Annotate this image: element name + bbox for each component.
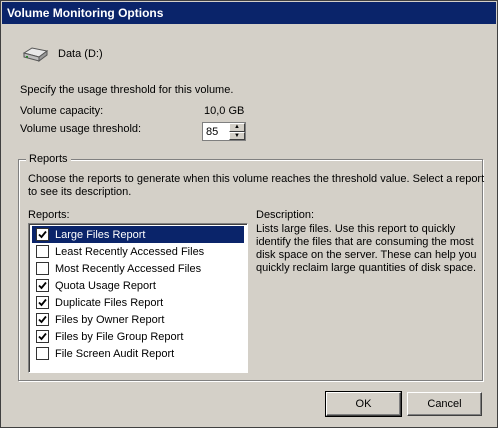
report-checkbox[interactable] [36, 347, 49, 360]
description-label: Description: [256, 209, 315, 221]
report-label: Large Files Report [55, 228, 146, 241]
capacity-value: 10,0 GB [204, 105, 245, 117]
report-checkbox[interactable] [36, 245, 49, 258]
report-list-item[interactable]: File Screen Audit Report [32, 345, 244, 362]
window-title: Volume Monitoring Options [7, 6, 164, 20]
arrow-up-icon: ▲ [234, 124, 240, 131]
checkmark-icon [38, 230, 47, 239]
report-list-item[interactable]: Files by Owner Report [32, 311, 244, 328]
checkmark-icon [38, 332, 47, 341]
report-checkbox[interactable] [36, 296, 49, 309]
report-label: Files by Owner Report [55, 313, 165, 326]
spin-up-button[interactable]: ▲ [229, 123, 245, 132]
report-label: Files by File Group Report [55, 330, 184, 343]
report-list-item[interactable]: Most Recently Accessed Files [32, 260, 244, 277]
report-list-item[interactable]: Files by File Group Report [32, 328, 244, 345]
report-label: Quota Usage Report [55, 279, 156, 292]
ok-button[interactable]: OK [325, 391, 402, 417]
cancel-button[interactable]: Cancel [407, 392, 482, 416]
report-checkbox[interactable] [36, 313, 49, 326]
threshold-label: Volume usage threshold: [20, 123, 142, 135]
report-checkbox[interactable] [36, 330, 49, 343]
arrow-down-icon: ▼ [234, 132, 240, 139]
reports-instruction-line1: Choose the reports to generate when this… [28, 173, 485, 185]
report-list-item[interactable]: Least Recently Accessed Files [32, 243, 244, 260]
spin-down-button[interactable]: ▼ [229, 131, 245, 140]
report-list-item[interactable]: Large Files Report [32, 226, 244, 243]
reports-group-title: Reports [26, 153, 71, 165]
report-description: Lists large files. Use this report to qu… [256, 223, 477, 274]
checkmark-icon [38, 298, 47, 307]
report-label: Duplicate Files Report [55, 296, 164, 309]
report-checkbox[interactable] [36, 262, 49, 275]
capacity-label: Volume capacity: [20, 105, 104, 117]
threshold-input[interactable] [203, 123, 229, 140]
reports-listbox[interactable]: Large Files Report Least Recently Accesse… [28, 223, 248, 373]
volume-name: Data (D:) [58, 48, 103, 60]
report-label: File Screen Audit Report [55, 347, 175, 360]
report-list-item[interactable]: Duplicate Files Report [32, 294, 244, 311]
report-label: Least Recently Accessed Files [55, 245, 205, 258]
reports-list-label: Reports: [28, 209, 70, 221]
reports-instruction-line2: to see its description. [28, 186, 132, 198]
volume-monitoring-dialog: Volume Monitoring Options Data (D:) Spec… [0, 0, 498, 428]
report-list-item[interactable]: Quota Usage Report [32, 277, 244, 294]
checkmark-icon [38, 281, 47, 290]
threshold-spinner: ▲ ▼ [202, 122, 246, 141]
drive-icon [22, 47, 49, 62]
title-bar[interactable]: Volume Monitoring Options [2, 2, 496, 24]
report-checkbox[interactable] [36, 228, 49, 241]
threshold-instruction: Specify the usage threshold for this vol… [20, 84, 234, 96]
report-label: Most Recently Accessed Files [55, 262, 202, 275]
report-checkbox[interactable] [36, 279, 49, 292]
checkmark-icon [38, 315, 47, 324]
